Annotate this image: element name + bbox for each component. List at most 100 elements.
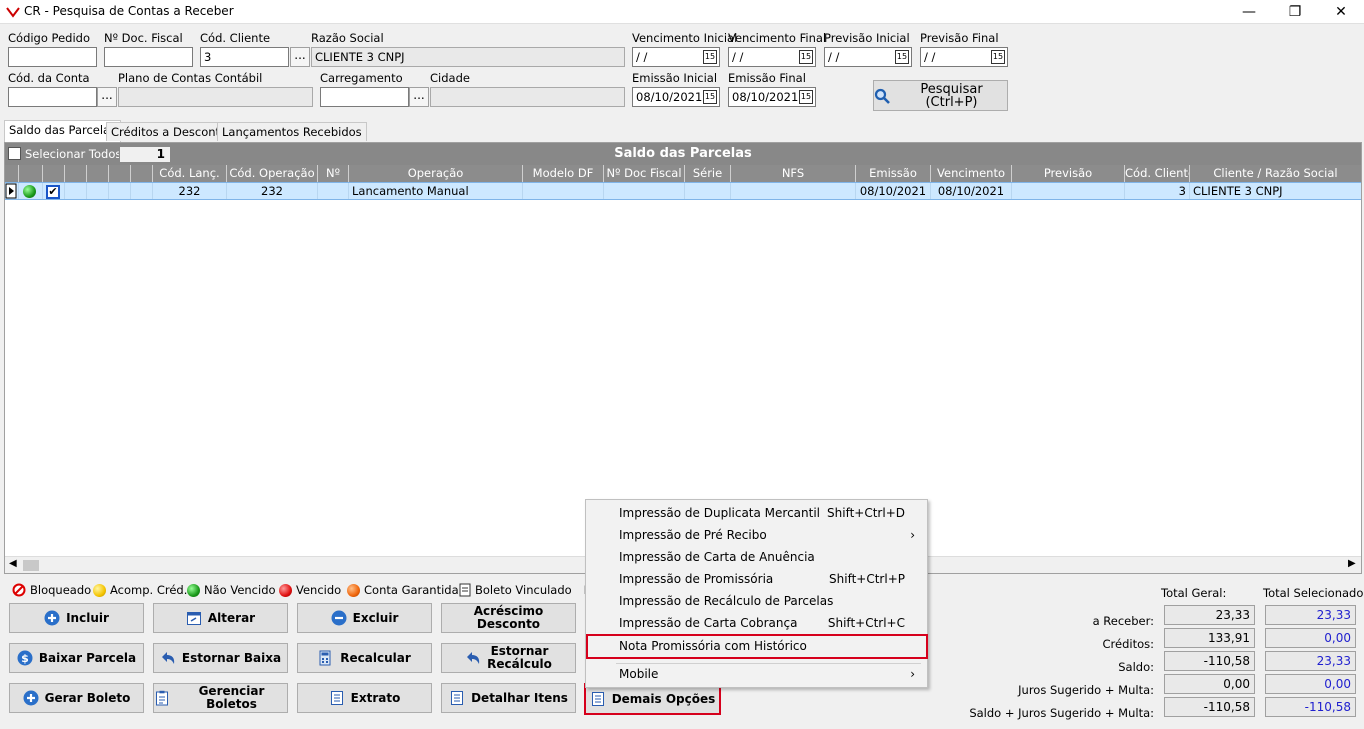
menu-item-mobile[interactable]: Mobile ›	[586, 663, 927, 685]
menu-item-nota-promissoria-historico[interactable]: Nota Promissória com Histórico	[586, 634, 928, 659]
header-cod-cliente[interactable]: Cód. Cliente	[1125, 165, 1190, 182]
yellow-dot-icon	[93, 583, 106, 597]
incluir-button[interactable]: Incluir	[9, 603, 144, 633]
calendar-icon[interactable]: 15	[895, 50, 909, 64]
calendar-icon[interactable]: 15	[799, 50, 813, 64]
venc-inicial-label: Vencimento Inicial	[632, 31, 738, 45]
menu-item-duplicata[interactable]: Impressão de Duplicata Mercantil Shift+C…	[586, 502, 927, 524]
menu-item-recalculo-parcelas[interactable]: Impressão de Recálculo de Parcelas	[586, 590, 927, 612]
header-modelo-df[interactable]: Modelo DF	[523, 165, 604, 182]
minimize-button[interactable]: —	[1226, 0, 1272, 24]
doc-fiscal-label: Nº Doc. Fiscal	[104, 31, 183, 45]
header-cod-operacao[interactable]: Cód. Operação	[227, 165, 318, 182]
app-logo-icon	[6, 7, 20, 18]
menu-item-label: Mobile	[619, 667, 659, 681]
emissao-final-input[interactable]: 08/10/2021 15	[728, 87, 816, 107]
document-lines-icon	[330, 691, 343, 705]
emissao-final-label: Emissão Final	[728, 71, 806, 85]
header-numero[interactable]: Nº	[318, 165, 349, 182]
total-geral-creditos: 133,91	[1164, 628, 1255, 648]
total-geral-saldo-juros: -110,58	[1164, 697, 1255, 717]
excluir-button[interactable]: Excluir	[297, 603, 432, 633]
cod-cliente-lookup-button[interactable]: ...	[290, 47, 310, 67]
submenu-arrow-icon: ›	[910, 667, 915, 681]
header-serie[interactable]: Série	[685, 165, 731, 182]
venc-inicial-input[interactable]: / / 15	[632, 47, 720, 67]
header-operacao[interactable]: Operação	[349, 165, 523, 182]
header-blank	[65, 165, 87, 182]
carregamento-input[interactable]	[320, 87, 409, 107]
total-sel-saldo-juros: -110,58	[1265, 697, 1356, 717]
header-nfs[interactable]: NFS	[731, 165, 856, 182]
cell-vencimento: 08/10/2021	[931, 183, 1012, 199]
table-row[interactable]: ✔ 232 232 Lancamento Manual 08/10/2021 0…	[5, 182, 1361, 200]
carregamento-lookup-button[interactable]: ...	[409, 87, 429, 107]
gerenciar-boletos-label: Gerenciar Boletos	[198, 684, 265, 711]
prev-inicial-input[interactable]: / / 15	[824, 47, 912, 67]
row-check-cell[interactable]: ✔	[43, 183, 65, 199]
cod-cliente-label: Cód. Cliente	[200, 31, 271, 45]
estornar-baixa-button[interactable]: Estornar Baixa	[153, 643, 288, 673]
codigo-pedido-input[interactable]	[8, 47, 97, 67]
scroll-right-icon[interactable]: ▶	[1348, 558, 1356, 569]
baixar-parcela-button[interactable]: $ Baixar Parcela	[9, 643, 144, 673]
submenu-arrow-icon: ›	[910, 528, 915, 542]
extrato-button[interactable]: Extrato	[297, 683, 432, 713]
clipboard-list-icon	[156, 690, 168, 706]
prev-final-input[interactable]: / / 15	[920, 47, 1008, 67]
scroll-left-icon[interactable]: ◀	[9, 558, 17, 569]
close-button[interactable]: ✕	[1318, 0, 1364, 24]
calendar-icon[interactable]: 15	[991, 50, 1005, 64]
header-vencimento[interactable]: Vencimento	[931, 165, 1012, 182]
menu-item-shortcut: Shift+Ctrl+D	[827, 506, 905, 520]
menu-item-promissoria[interactable]: Impressão de Promissória Shift+Ctrl+P	[586, 568, 927, 590]
menu-item-carta-anuencia[interactable]: Impressão de Carta de Anuência	[586, 546, 927, 568]
maximize-button[interactable]: ❐	[1272, 0, 1318, 24]
legend-nao-vencido: Não Vencido	[187, 583, 276, 597]
recalcular-button[interactable]: Recalcular	[297, 643, 432, 673]
total-sel-juros: 0,00	[1265, 674, 1356, 694]
cell-numero	[318, 183, 349, 199]
menu-item-carta-cobranca[interactable]: Impressão de Carta Cobrança Shift+Ctrl+C	[586, 612, 927, 634]
cod-conta-input[interactable]	[8, 87, 97, 107]
calendar-icon[interactable]: 15	[799, 90, 813, 104]
scrollbar-thumb[interactable]	[23, 560, 39, 571]
tab-lancamentos-recebidos[interactable]: Lançamentos Recebidos	[217, 122, 367, 141]
select-all-checkbox[interactable]	[8, 147, 21, 160]
tab-saldo-parcelas[interactable]: Saldo das Parcelas	[4, 120, 122, 142]
total-geral-receber: 23,33	[1164, 605, 1255, 625]
legend-acomp: Acomp. Créd.	[93, 583, 187, 597]
gerar-boleto-button[interactable]: Gerar Boleto	[9, 683, 144, 713]
header-doc-fiscal[interactable]: Nº Doc Fiscal	[604, 165, 685, 182]
total-selecionado-header: Total Selecionado:	[1263, 586, 1364, 600]
alterar-button[interactable]: Alterar	[153, 603, 288, 633]
header-emissao[interactable]: Emissão	[856, 165, 931, 182]
cell-cod-lanc: 232	[153, 183, 227, 199]
header-cod-lanc[interactable]: Cód. Lanç.	[153, 165, 227, 182]
detalhar-itens-button[interactable]: Detalhar Itens	[441, 683, 576, 713]
header-blank	[131, 165, 153, 182]
undo-arrow-icon	[467, 652, 480, 664]
pesquisar-label: Pesquisar (Ctrl+P)	[920, 81, 983, 110]
menu-item-pre-recibo[interactable]: Impressão de Pré Recibo ›	[586, 524, 927, 546]
header-previsao[interactable]: Previsão	[1012, 165, 1125, 182]
pesquisar-button[interactable]: Pesquisar (Ctrl+P)	[873, 80, 1008, 111]
acrescimo-desconto-button[interactable]: Acréscimo Desconto	[441, 603, 576, 633]
row-checkbox[interactable]: ✔	[46, 185, 60, 199]
cod-cliente-input[interactable]: 3	[200, 47, 289, 67]
total-sel-saldo: 23,33	[1265, 651, 1356, 671]
calendar-icon[interactable]: 15	[703, 50, 717, 64]
venc-final-input[interactable]: / / 15	[728, 47, 816, 67]
calendar-icon[interactable]: 15	[703, 90, 717, 104]
header-blank	[87, 165, 109, 182]
header-cliente[interactable]: Cliente / Razão Social	[1190, 165, 1361, 182]
gerenciar-boletos-button[interactable]: Gerenciar Boletos	[153, 683, 288, 713]
search-icon	[874, 88, 890, 104]
green-dot-icon	[187, 583, 200, 597]
estornar-recalculo-button[interactable]: Estornar Recálculo	[441, 643, 576, 673]
baixar-parcela-label: Baixar Parcela	[38, 650, 137, 665]
edit-calendar-icon	[186, 612, 201, 625]
cod-conta-lookup-button[interactable]: ...	[97, 87, 117, 107]
emissao-inicial-input[interactable]: 08/10/2021 15	[632, 87, 720, 107]
doc-fiscal-input[interactable]	[104, 47, 193, 67]
